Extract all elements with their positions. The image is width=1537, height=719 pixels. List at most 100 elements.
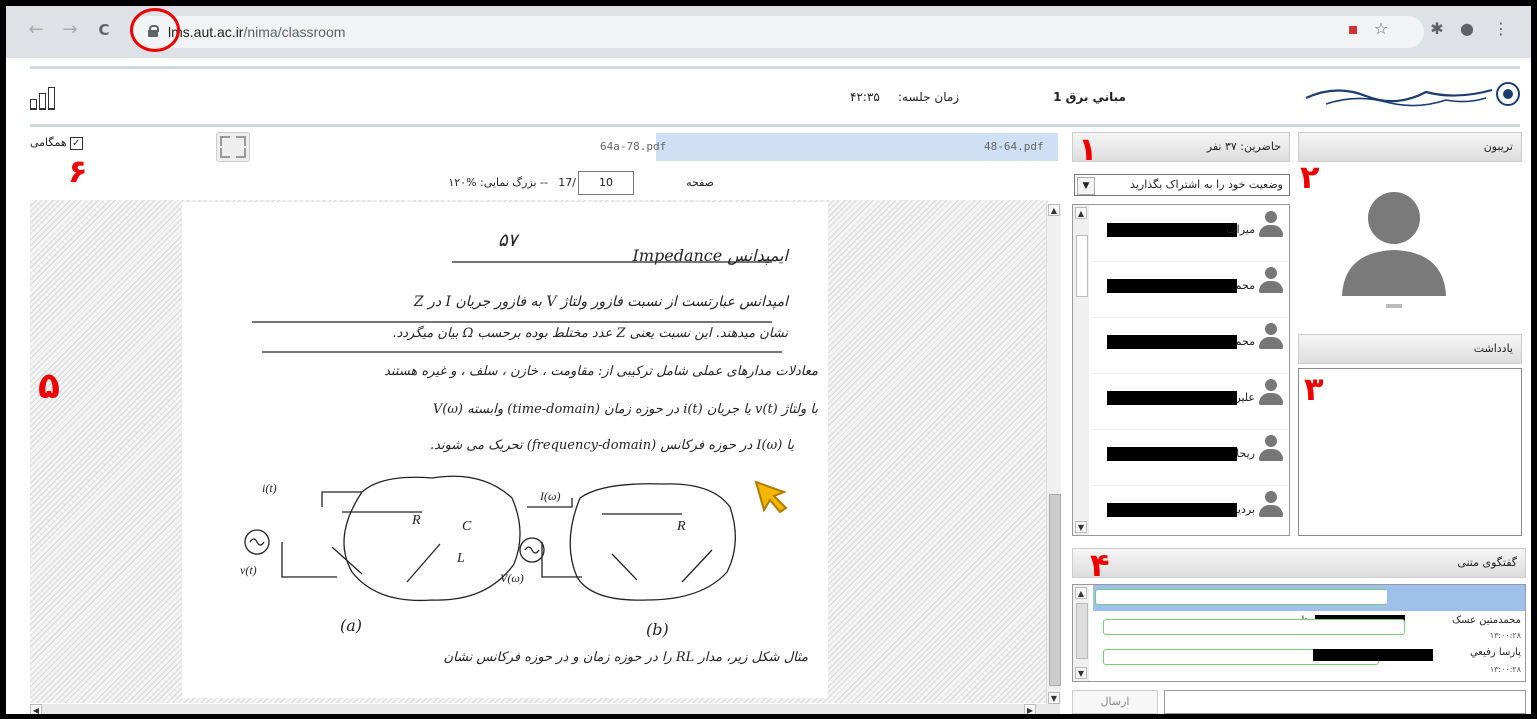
svg-text:I(ω): I(ω) xyxy=(539,489,560,503)
send-button[interactable]: ارسال xyxy=(1072,690,1158,714)
app-header: ۴۲:۳۵ زمان جلسه: مباني برق 1 xyxy=(6,58,1531,127)
annotation-2: ۲ xyxy=(1300,158,1320,196)
handwritten-line-3: نشان میدهند. این نسبت یعنی Z عدد مختلط ب… xyxy=(392,326,788,341)
status-share-dropdown[interactable]: وضعیت خود را به اشتراک بگذارید ▼ xyxy=(1074,174,1290,196)
participant-row[interactable]: بردیا xyxy=(1091,485,1287,535)
user-avatar-icon xyxy=(1259,491,1283,519)
user-avatar-icon xyxy=(1259,435,1283,463)
scroll-down-icon[interactable]: ▼ xyxy=(1048,692,1060,704)
redacted-name xyxy=(1107,447,1237,461)
user-avatar-icon xyxy=(1259,211,1283,239)
page-toolbar: صفحه /17 -- بزرگ نمایی: %۱۲۰ xyxy=(406,174,714,198)
participant-row[interactable]: علیر xyxy=(1091,373,1287,430)
scroll-left-icon[interactable]: ◀ xyxy=(30,704,42,714)
svg-text:i(t): i(t) xyxy=(262,481,277,495)
tab-label-48-64[interactable]: 48-64.pdf xyxy=(984,140,1044,153)
stats-bars-icon[interactable] xyxy=(30,87,60,110)
participants-count: حاضرین: ۳۷ نفر xyxy=(1206,140,1281,153)
redacted-message xyxy=(1313,649,1433,661)
chevron-down-icon[interactable]: ▼ xyxy=(1077,177,1095,195)
chat-message-1: محمدمتین عسک xyxy=(1452,615,1521,626)
handwritten-page-number: ۵۷ xyxy=(498,230,518,251)
chat-sender-1: محمدمتین عسک xyxy=(1452,615,1521,626)
sync-checkbox[interactable]: ✓ xyxy=(69,136,83,150)
svg-text:L: L xyxy=(456,551,465,566)
extensions-puzzle-icon[interactable]: ✱ xyxy=(1428,20,1446,38)
session-time-value: ۴۲:۳۵ xyxy=(850,90,880,104)
circuit-label-a: (a) xyxy=(340,616,363,635)
page-total: /17 xyxy=(558,176,576,189)
user-avatar-icon xyxy=(1259,323,1283,351)
blocked-popup-icon[interactable]: ▪ xyxy=(1344,20,1362,38)
viewer-vertical-scrollbar[interactable]: ▲ ▼ xyxy=(1046,204,1061,704)
viewer-horizontal-scrollbar[interactable]: ◀ ▶ xyxy=(30,704,1060,714)
menu-dots-icon[interactable]: ⋮ xyxy=(1492,20,1510,38)
viewer-scroll-thumb[interactable] xyxy=(1049,494,1061,686)
participants-list: میراب محم محم علیر ریحا بردیا xyxy=(1072,204,1290,536)
scroll-up-icon[interactable]: ▲ xyxy=(1048,204,1060,216)
circuit-label-b: (b) xyxy=(646,620,669,639)
svg-text:V(ω): V(ω) xyxy=(500,571,524,585)
svg-text:R: R xyxy=(411,513,421,528)
profile-icon[interactable]: ● xyxy=(1458,20,1476,38)
presenter-pointer-icon xyxy=(754,480,788,514)
user-avatar-icon xyxy=(1259,267,1283,295)
annotation-5: ۵ xyxy=(38,366,60,407)
page-number-input[interactable]: 10 xyxy=(578,171,634,195)
redacted-name xyxy=(1107,335,1237,349)
page-label: صفحه xyxy=(686,176,714,189)
redacted-name xyxy=(1107,223,1237,237)
handwritten-line-4: معادلات مدارهای عملی شامل ترکیبی از: مقا… xyxy=(384,364,818,379)
participant-row[interactable]: محم xyxy=(1091,317,1287,374)
tribune-avatar xyxy=(1298,162,1522,314)
chat-header: گفتگوی متنی xyxy=(1072,548,1526,578)
handwritten-line-2: امپدانس عبارتست از نسبت فازور ولتاژ V به… xyxy=(413,294,788,310)
chat-sender-2: پارسا رفیعي xyxy=(1469,647,1521,658)
annotation-4: ۴ xyxy=(1090,546,1110,584)
sync-toggle[interactable]: همگامی ✓ xyxy=(30,136,83,150)
address-bar[interactable]: lms.aut.ac.ir/nima/classroom xyxy=(132,16,1424,48)
participant-row[interactable]: محم xyxy=(1091,261,1287,318)
scroll-up-icon[interactable]: ▲ xyxy=(1075,587,1087,599)
scroll-down-icon[interactable]: ▼ xyxy=(1075,667,1087,679)
annotation-1: ۱ xyxy=(1078,130,1098,168)
notes-textarea[interactable] xyxy=(1298,368,1522,536)
chat-scroll-thumb[interactable] xyxy=(1076,603,1088,659)
bookmark-star-icon[interactable]: ☆ xyxy=(1372,20,1390,38)
session-time-label: زمان جلسه: xyxy=(898,90,960,104)
forward-button[interactable]: → xyxy=(60,20,80,40)
scroll-right-icon[interactable]: ▶ xyxy=(1024,704,1036,714)
svg-text:C: C xyxy=(462,519,472,534)
participants-header: حاضرین: ۳۷ نفر xyxy=(1072,132,1290,162)
zoom-text: -- بزرگ نمایی: %۱۲۰ xyxy=(448,176,548,189)
notes-header: یادداشت xyxy=(1298,334,1522,364)
participants-scrollbar[interactable]: ▲ ▼ xyxy=(1073,205,1089,535)
annotation-6: ۶ xyxy=(68,152,88,190)
fullscreen-expand-icon[interactable] xyxy=(216,132,250,162)
redacted-name xyxy=(1107,279,1237,293)
tab-64a-78-pdf[interactable]: 64a-78.pdf xyxy=(600,140,666,153)
course-title: مباني برق 1 xyxy=(1053,90,1126,104)
chat-messages: ▲ ▼ محمدمتین عسک تاد ۱۳:۰۰:۲۸ پارسا رفیع… xyxy=(1072,584,1526,682)
annotation-3: ۳ xyxy=(1304,370,1324,408)
chat-input[interactable] xyxy=(1164,690,1526,714)
chat-time-2: ۱۳:۰۰:۲۸ xyxy=(1489,665,1521,674)
scroll-down-icon[interactable]: ▼ xyxy=(1075,521,1087,533)
tribune-header: تریبون xyxy=(1298,132,1522,162)
university-logo xyxy=(1296,78,1520,112)
reload-button[interactable]: C xyxy=(94,20,114,40)
back-button[interactable]: ← xyxy=(26,20,46,40)
handwritten-line-5: با ولتاژ v(t) یا جریان i(t) در حوزه زمان… xyxy=(432,402,818,417)
chat-scrollbar[interactable]: ▲ ▼ xyxy=(1073,585,1089,681)
participant-row[interactable]: میراب xyxy=(1091,205,1287,262)
scroll-up-icon[interactable]: ▲ xyxy=(1075,207,1087,219)
redacted-name xyxy=(1107,391,1237,405)
participants-scroll-thumb[interactable] xyxy=(1076,235,1088,297)
participant-row[interactable]: ریحا xyxy=(1091,429,1287,486)
lock-highlight-circle xyxy=(130,8,180,52)
browser-toolbar: ← → C lms.aut.ac.ir/nima/classroom ▪ ☆ ✱… xyxy=(6,6,1531,58)
user-avatar-icon xyxy=(1259,379,1283,407)
handwritten-line-1: ایمپدانس Impedance xyxy=(632,246,788,265)
url-text[interactable]: lms.aut.ac.ir/nima/classroom xyxy=(168,24,345,40)
speaker-avatar-icon xyxy=(1342,192,1446,308)
